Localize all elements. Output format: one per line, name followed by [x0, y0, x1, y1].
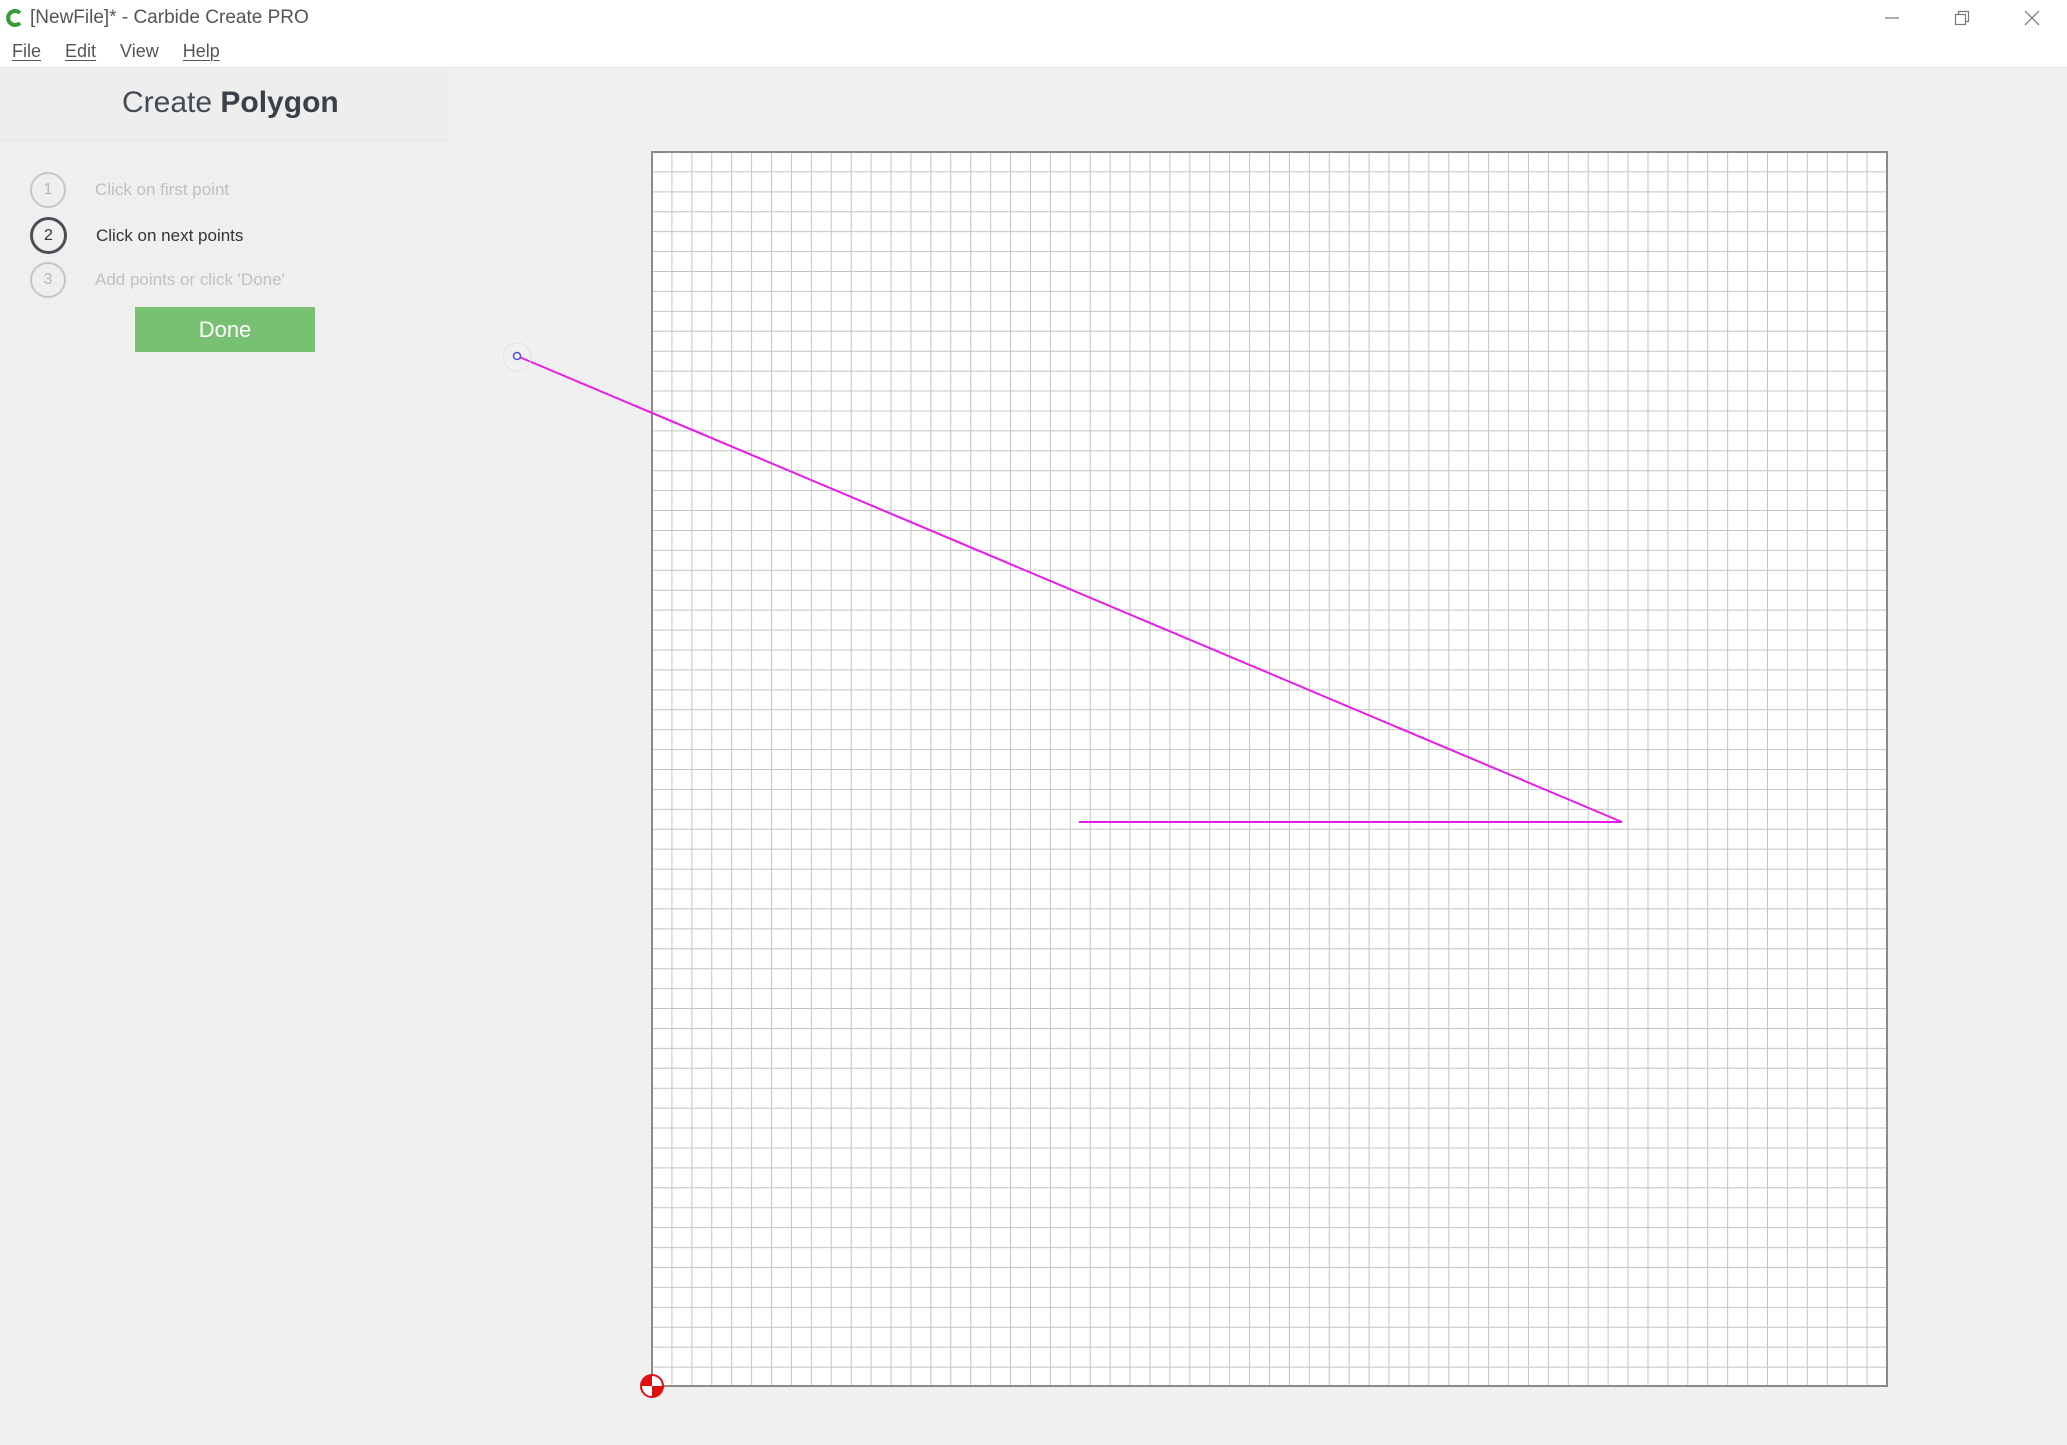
step-2: 2 Click on next points	[30, 217, 243, 254]
current-point-marker	[512, 351, 522, 361]
window-controls	[1857, 0, 2067, 35]
close-button[interactable]	[1997, 0, 2067, 35]
menu-help[interactable]: Help	[171, 35, 232, 67]
carbide-create-logo-icon	[6, 8, 22, 27]
done-button[interactable]: Done	[135, 307, 315, 352]
step-1-number: 1	[30, 172, 66, 208]
window-title: [NewFile]* - Carbide Create PRO	[30, 6, 309, 28]
step-2-label: Click on next points	[96, 225, 244, 245]
step-3-label: Add points or click 'Done'	[95, 270, 285, 289]
close-icon	[2024, 10, 2040, 25]
step-1-label: Click on first point	[95, 180, 230, 199]
menu-edit[interactable]: Edit	[53, 35, 108, 67]
panel-header: Create Polygon	[0, 68, 448, 141]
panel-title-strong: Polygon	[220, 86, 339, 119]
menu-bar: File Edit View Help	[0, 35, 2067, 68]
origin-target-icon	[640, 1374, 664, 1398]
minimize-button[interactable]	[1857, 0, 1927, 35]
step-1: 1 Click on first point	[30, 172, 229, 208]
menu-view[interactable]: View	[108, 35, 171, 67]
menu-file[interactable]: File	[0, 35, 53, 67]
tool-panel: Create Polygon 1 Click on first point 2 …	[0, 68, 448, 1440]
minimize-icon	[1885, 16, 1899, 19]
step-3: 3 Add points or click 'Done'	[30, 262, 285, 298]
title-bar: [NewFile]* - Carbide Create PRO	[0, 0, 2067, 35]
restore-icon	[1954, 10, 1970, 25]
panel-title: Create Polygon	[122, 86, 339, 120]
step-2-number: 2	[30, 217, 67, 254]
step-3-number: 3	[30, 262, 66, 298]
restore-button[interactable]	[1927, 0, 1997, 35]
panel-title-prefix: Create	[122, 86, 213, 119]
